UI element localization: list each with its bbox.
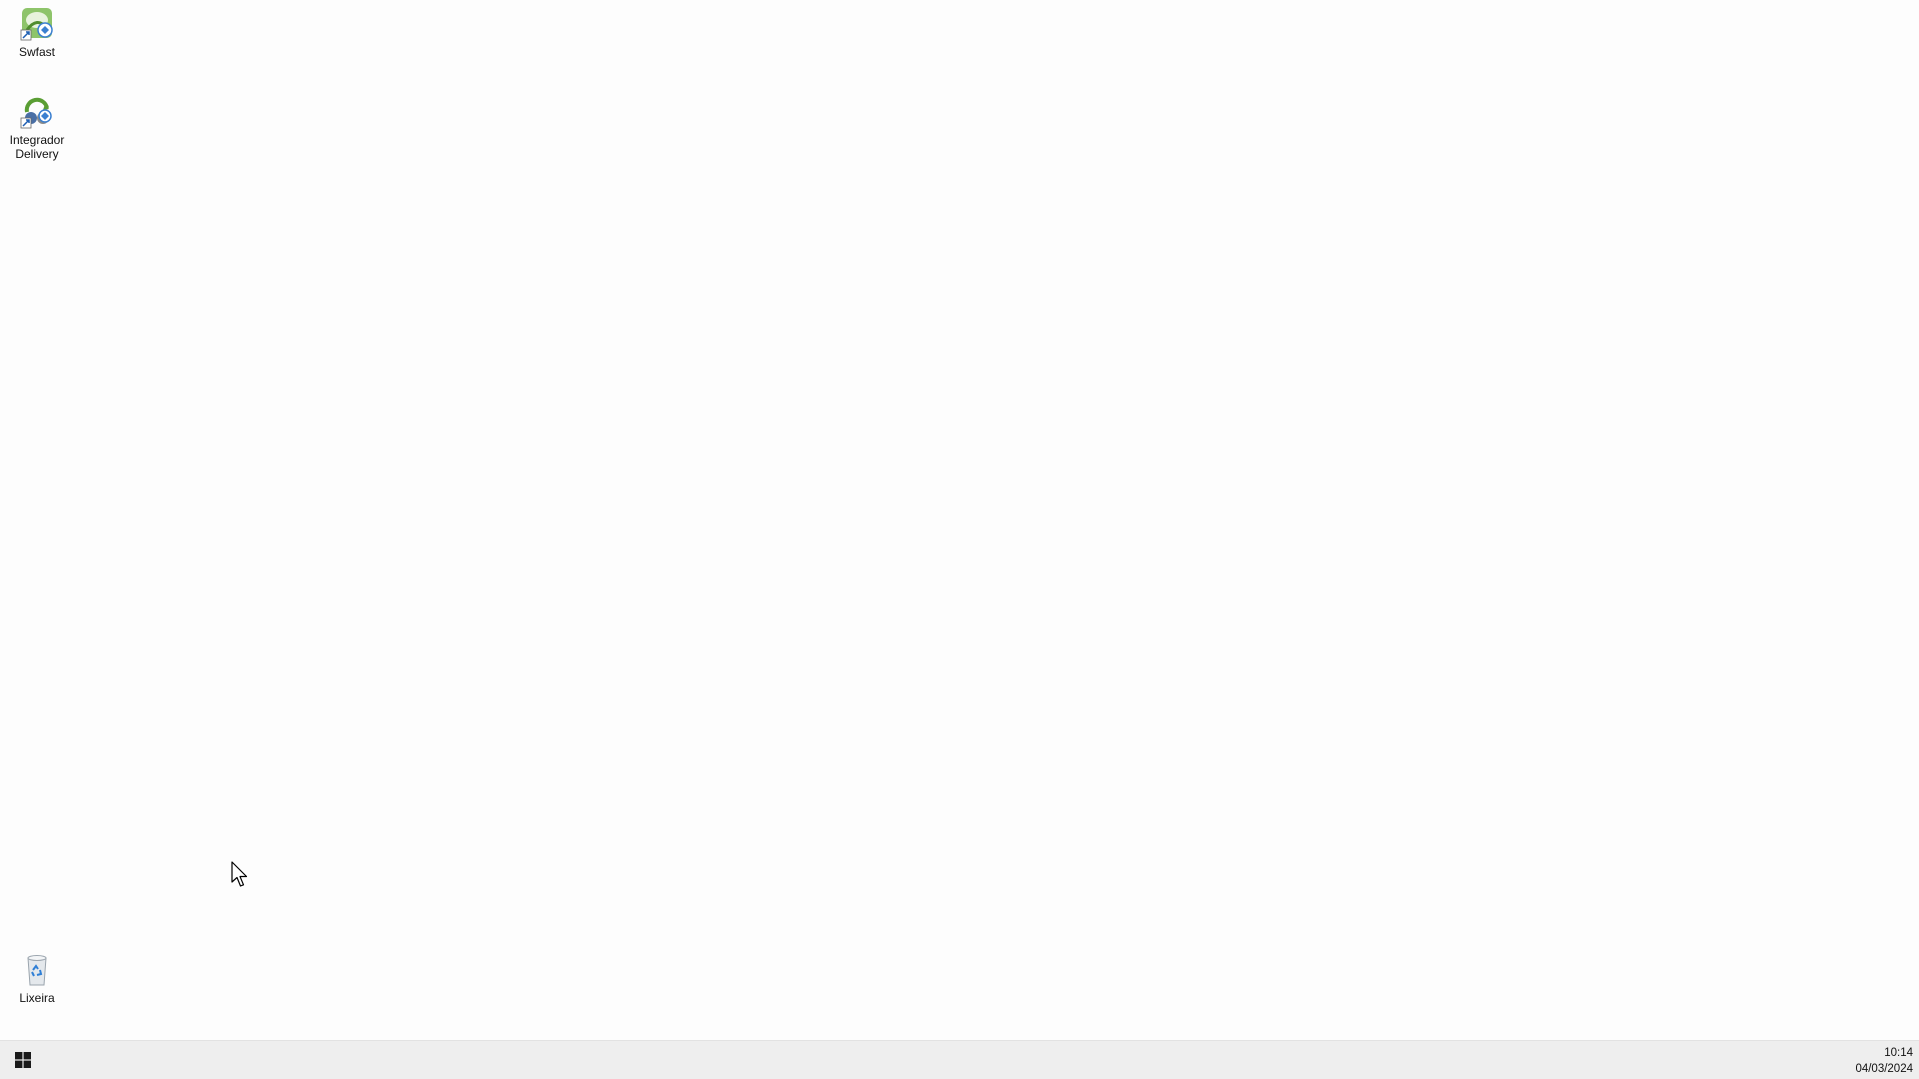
start-button[interactable] xyxy=(0,1041,46,1079)
desktop-icon-integrador-delivery[interactable]: Integrador Delivery xyxy=(0,94,74,161)
clock-time: 10:14 xyxy=(1884,1047,1913,1059)
swfast-app-icon xyxy=(20,8,53,41)
desktop-icon-label: Swfast xyxy=(18,45,55,59)
taskbar: 10:14 04/03/2024 xyxy=(0,1040,1919,1079)
clock-date: 04/03/2024 xyxy=(1855,1063,1913,1075)
desktop[interactable]: Swfast Integrador Delivery Lixeira xyxy=(0,0,1919,1040)
mouse-pointer-icon xyxy=(231,861,248,887)
desktop-icon-lixeira[interactable]: Lixeira xyxy=(0,952,74,1005)
taskbar-clock[interactable]: 10:14 04/03/2024 xyxy=(1855,1045,1913,1077)
windows-logo-icon xyxy=(15,1052,31,1068)
recycle-bin-icon xyxy=(27,955,47,986)
desktop-icon-label: Lixeira xyxy=(19,991,55,1005)
integrador-delivery-app-icon xyxy=(20,97,52,129)
desktop-icon-label: Integrador Delivery xyxy=(9,133,65,161)
desktop-icon-swfast[interactable]: Swfast xyxy=(0,6,74,59)
